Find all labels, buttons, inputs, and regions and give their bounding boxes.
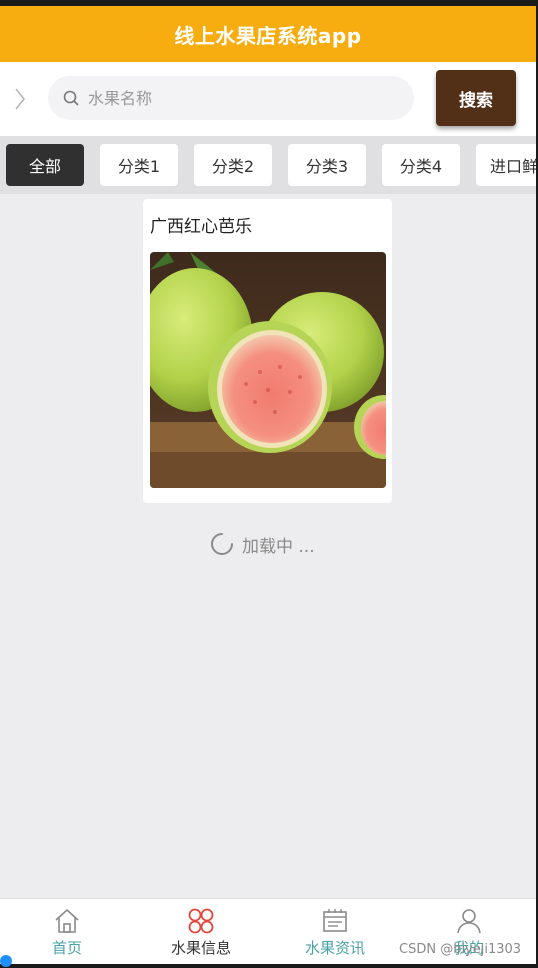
- app-header: 线上水果店系统app: [0, 6, 536, 62]
- search-bar: 搜索: [0, 62, 536, 136]
- product-card[interactable]: 广西红心芭乐: [143, 199, 392, 503]
- tabbar-label-home: 首页: [51, 939, 82, 957]
- tabbar-label-fruit-news: 水果资讯: [304, 939, 365, 957]
- product-image[interactable]: [150, 252, 386, 488]
- spinner-icon: [211, 533, 233, 555]
- status-dot: [0, 955, 12, 967]
- tabbar-item-fruit-news[interactable]: 水果资讯: [268, 899, 402, 964]
- home-icon: [55, 909, 79, 933]
- watermark: CSDN @biyeji1303: [399, 942, 522, 957]
- search-button[interactable]: 搜索: [436, 70, 516, 126]
- app-frame: 线上水果店系统app 搜索 全部 分类1 分类2 分类3 分类4 进口鲜 广西红…: [0, 6, 536, 964]
- tab-all[interactable]: 全部: [6, 144, 84, 186]
- chevron-right-icon[interactable]: [12, 86, 28, 112]
- tab-imported[interactable]: 进口鲜: [476, 144, 536, 186]
- tab-category-4[interactable]: 分类4: [382, 144, 460, 186]
- tab-category-1[interactable]: 分类1: [100, 144, 178, 186]
- loading-indicator: 加载中 ...: [210, 532, 315, 557]
- guava-photo: [150, 252, 386, 488]
- search-icon: [63, 90, 79, 106]
- loading-text: 加载中 ...: [242, 536, 315, 557]
- page-title: 线上水果店系统app: [174, 23, 362, 48]
- user-icon: [457, 909, 481, 934]
- search-box[interactable]: [48, 76, 414, 120]
- tabbar-item-fruit-info[interactable]: 水果信息: [134, 899, 268, 964]
- tabbar-label-fruit-info: 水果信息: [170, 939, 231, 957]
- news-icon: [323, 909, 347, 932]
- category-tabs: 全部 分类1 分类2 分类3 分类4 进口鲜: [0, 136, 536, 194]
- search-input[interactable]: [88, 88, 388, 108]
- product-name: 广西红心芭乐: [150, 217, 252, 237]
- tabbar-item-home[interactable]: 首页: [0, 899, 134, 964]
- tab-category-2[interactable]: 分类2: [194, 144, 272, 186]
- clover-grid-icon: [188, 908, 214, 934]
- tab-category-3[interactable]: 分类3: [288, 144, 366, 186]
